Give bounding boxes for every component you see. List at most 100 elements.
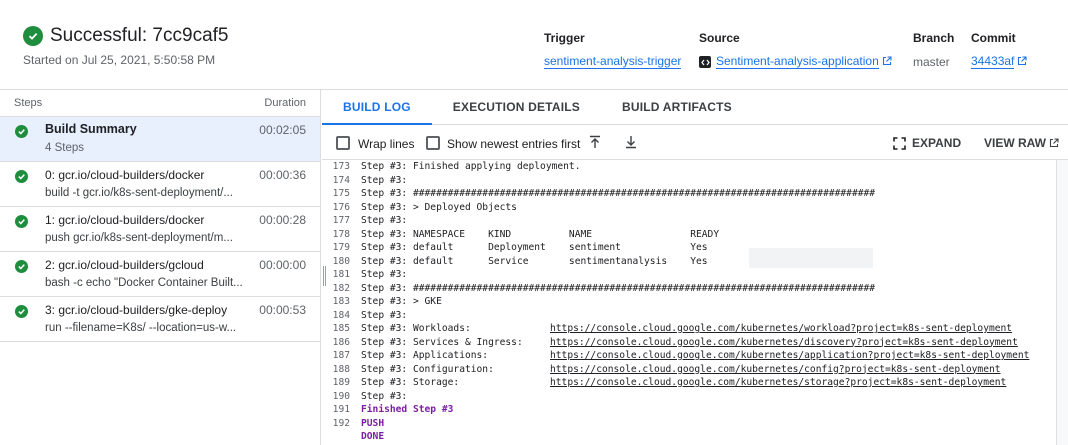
line-number: 174 [332,174,350,186]
step-duration: 00:00:53 [259,303,306,317]
branch-value: master [913,55,950,69]
log-line: 179 Step #3: default Deployment sentiment… [322,241,1056,255]
step-item[interactable]: 3: gcr.io/cloud-builders/gke-deploy run -… [0,297,320,342]
log-line: 189 Step #3: Storage: https://console.clou… [322,376,1056,390]
external-link-icon[interactable] [1017,55,1027,69]
wrap-lines-checkbox[interactable] [336,136,350,150]
line-number: 178 [332,228,350,240]
step-name: 1: gcr.io/cloud-builders/docker [45,213,205,227]
line-number: 176 [332,201,350,213]
log-text: Step #3: Configuration: [361,363,494,375]
step-command: 4 Steps [45,142,84,154]
log-text: Step #3: ###############################… [361,188,876,199]
log-url-link[interactable]: https://console.cloud.google.com/kuberne… [550,337,1018,348]
line-number: 184 [332,309,350,321]
view-raw-label: VIEW RAW [984,136,1046,150]
log-text: Step #3: [361,309,408,321]
log-url-link[interactable]: https://console.cloud.google.com/kuberne… [550,364,1001,375]
expand-label: EXPAND [912,136,962,150]
trigger-label: Trigger [544,31,585,45]
log-text: Step #3: Services & Ingress: [361,336,523,348]
build-log: 173 Step #3: Finished applying deployment… [322,160,1056,445]
tab-execution-details[interactable]: EXECUTION DETAILS [432,90,601,125]
source-meta: Source Sentiment-analysis-application [699,31,892,69]
line-number: 185 [332,323,350,334]
line-number: 188 [332,363,350,375]
line-number: 177 [332,215,350,226]
step-success-icon [15,125,28,138]
line-number: 182 [332,282,350,294]
log-text: Finished Step #3 [361,404,454,415]
step-item[interactable]: 0: gcr.io/cloud-builders/docker build -t … [0,162,320,207]
log-line: 177 Step #3: [322,214,1056,228]
commit-meta: Commit 34433af [971,31,1027,69]
log-line: 188 Step #3: Configuration: https://consol… [322,363,1056,377]
build-title-row: Successful: 7cc9caf5 [23,25,228,47]
line-number: 190 [332,390,350,402]
log-line: 178 Step #3: NAMESPACE KIND NAME READY [322,228,1056,242]
repository-icon [699,56,711,68]
line-number: 179 [332,242,350,253]
line-number: 186 [332,336,350,348]
view-raw-button[interactable]: VIEW RAW [984,136,1059,150]
log-line: 184 Step #3: [322,309,1056,323]
branch-meta: Branch master [913,31,954,69]
expand-button[interactable]: EXPAND [893,136,961,150]
external-link-icon[interactable] [882,55,892,69]
log-text: Step #3: ###############################… [361,282,876,294]
tab-build-log[interactable]: BUILD LOG [322,90,432,125]
log-line: 190 Step #3: [322,390,1056,404]
scroll-to-top-icon[interactable] [589,135,601,154]
step-name: 0: gcr.io/cloud-builders/docker [45,168,205,182]
build-title: Successful: 7cc9caf5 [50,25,229,46]
step-list: Build Summary 4 Steps 00:02:05 0: gcr.io/cl… [0,117,320,342]
log-line: 180 Step #3: default Service sentimentana… [322,255,1056,269]
source-label: Source [699,31,740,45]
step-build-summary[interactable]: Build Summary 4 Steps 00:02:05 [0,117,320,162]
source-link[interactable]: Sentiment-analysis-application [716,55,879,69]
success-check-icon [23,26,43,46]
line-number: 192 [332,417,350,429]
commit-link[interactable]: 34433af [971,55,1015,69]
log-text: DONE [361,431,385,442]
log-line: 173 Step #3: Finished applying deployment… [322,160,1056,174]
log-line: 183 Step #3: > GKE [322,295,1056,309]
log-scrollbar[interactable] [1056,160,1068,445]
line-number: 175 [332,188,350,199]
step-duration: 00:00:36 [259,168,306,182]
log-line: 176 Step #3: > Deployed Objects [322,201,1056,215]
log-toolbar: Wrap lines Show newest entries first EXP… [322,125,1068,160]
tab-build-artifacts[interactable]: BUILD ARTIFACTS [601,90,753,125]
log-tabs: BUILD LOG EXECUTION DETAILS BUILD ARTIFACT… [322,90,1068,125]
step-name: Build Summary [45,122,137,136]
log-text: Step #3: Workloads: [361,323,471,334]
scroll-to-bottom-icon[interactable] [625,135,637,154]
log-url-link[interactable]: https://console.cloud.google.com/kuberne… [550,350,1029,361]
log-text: Step #3: NAMESPACE KIND NAME READY [361,228,720,240]
commit-label: Commit [971,31,1016,45]
step-item[interactable]: 2: gcr.io/cloud-builders/gcloud bash -c e… [0,252,320,297]
log-text: Step #3: default Deployment sentiment Ye… [361,242,708,253]
line-number: 187 [332,350,350,361]
steps-column-label: Steps [14,97,43,109]
log-line: 192 PUSH [322,417,1056,431]
show-newest-checkbox[interactable] [426,136,440,150]
log-line: DONE [322,430,1056,444]
log-line: 187 Step #3: Applications: https://console… [322,349,1056,363]
fullscreen-icon [893,136,906,150]
trigger-meta: Trigger sentiment-analysis-trigger [544,31,682,69]
step-command: build -t gcr.io/k8s-sent-deployment/... [45,187,233,199]
log-text: Step #3: Storage: [361,377,460,388]
step-name: 2: gcr.io/cloud-builders/gcloud [45,258,204,272]
step-item[interactable]: 1: gcr.io/cloud-builders/docker push gcr.… [0,207,320,252]
step-command: bash -c echo "Docker Container Built... [45,277,243,289]
log-url-link[interactable]: https://console.cloud.google.com/kuberne… [550,377,1006,388]
trigger-link[interactable]: sentiment-analysis-trigger [544,55,682,69]
external-link-icon [1049,138,1059,148]
log-line: 181 Step #3: [322,268,1056,282]
line-number: 173 [332,161,350,172]
log-url-link[interactable]: https://console.cloud.google.com/kuberne… [550,323,1012,334]
line-number: 181 [332,269,350,280]
log-line: 175 Step #3: ############################… [322,187,1056,201]
duration-column-label: Duration [264,97,306,109]
